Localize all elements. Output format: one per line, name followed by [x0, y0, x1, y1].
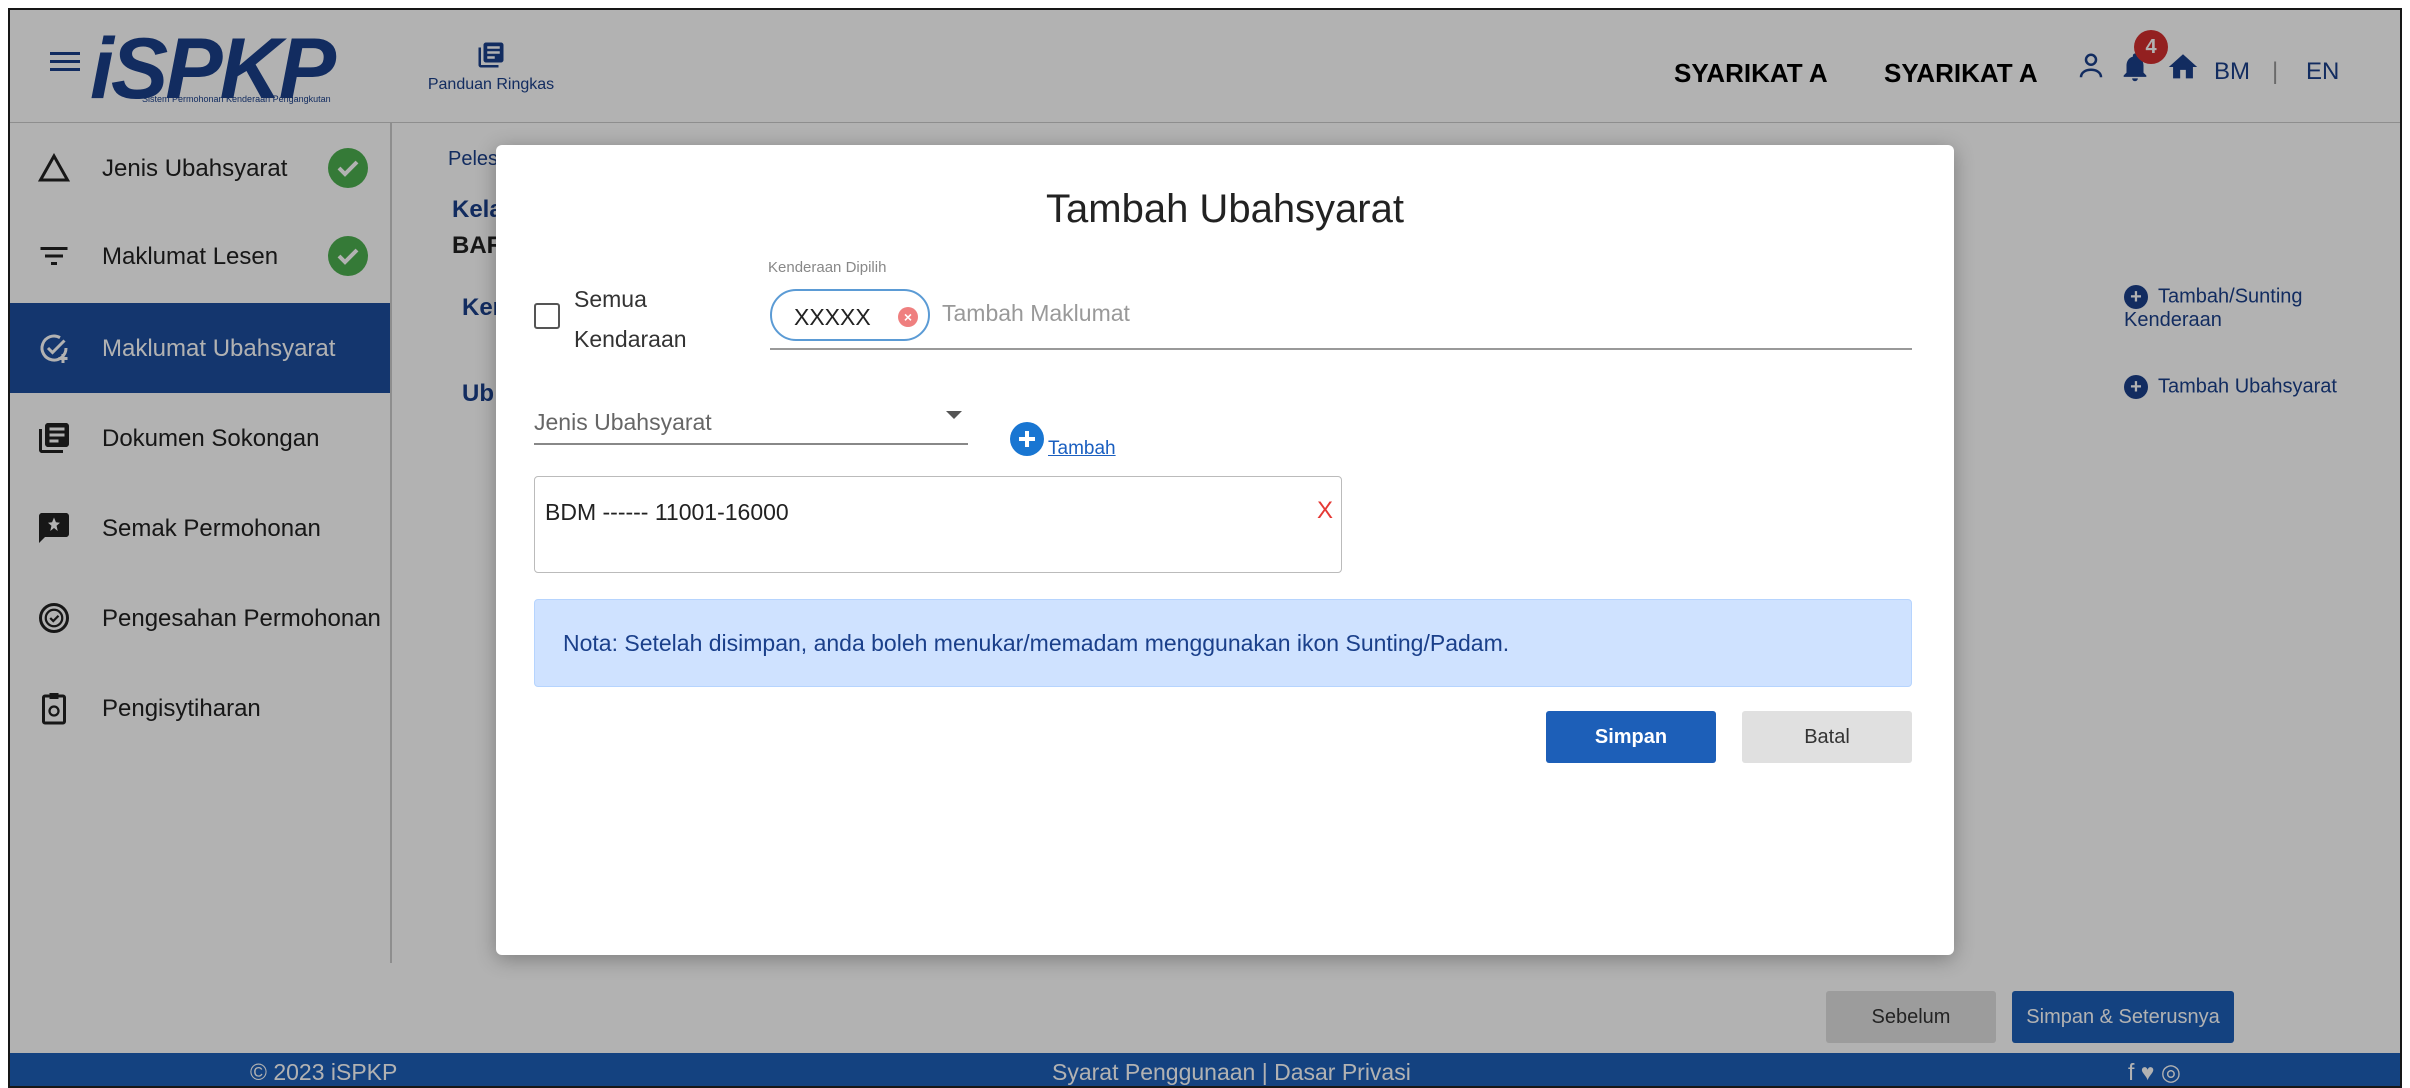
- vehicle-chip-text: XXXXX: [794, 304, 871, 330]
- add-ubahsyarat-modal: Tambah Ubahsyarat Semua Kendaraan Kender…: [496, 145, 1954, 955]
- info-note: Nota: Setelah disimpan, anda boleh menuk…: [534, 599, 1912, 687]
- selected-vehicles-label: Kenderaan Dipilih: [768, 259, 887, 276]
- field-underline: [770, 348, 1912, 350]
- vehicle-chip[interactable]: XXXXX ×: [770, 289, 930, 341]
- cancel-button[interactable]: Batal: [1742, 711, 1912, 763]
- all-vehicles-checkbox[interactable]: [534, 303, 560, 329]
- save-button[interactable]: Simpan: [1546, 711, 1716, 763]
- modal-title: Tambah Ubahsyarat: [1046, 187, 1404, 231]
- select-value: Jenis Ubahsyarat: [534, 409, 712, 435]
- ubahsyarat-type-select[interactable]: Jenis Ubahsyarat: [534, 403, 968, 445]
- chevron-down-icon: [946, 411, 962, 419]
- ubahsyarat-list: BDM ------ 11001-16000 X: [534, 476, 1342, 573]
- chip-remove-icon[interactable]: ×: [898, 307, 918, 327]
- info-note-text: Nota: Setelah disimpan, anda boleh menuk…: [563, 630, 1510, 656]
- list-item: BDM ------ 11001-16000: [545, 499, 789, 525]
- all-vehicles-label[interactable]: Semua Kendaraan: [574, 279, 704, 359]
- add-circle-icon[interactable]: [1010, 422, 1044, 456]
- add-info-input[interactable]: [942, 298, 1542, 328]
- add-link[interactable]: Tambah: [1048, 438, 1116, 460]
- remove-item-button[interactable]: X: [1317, 497, 1333, 525]
